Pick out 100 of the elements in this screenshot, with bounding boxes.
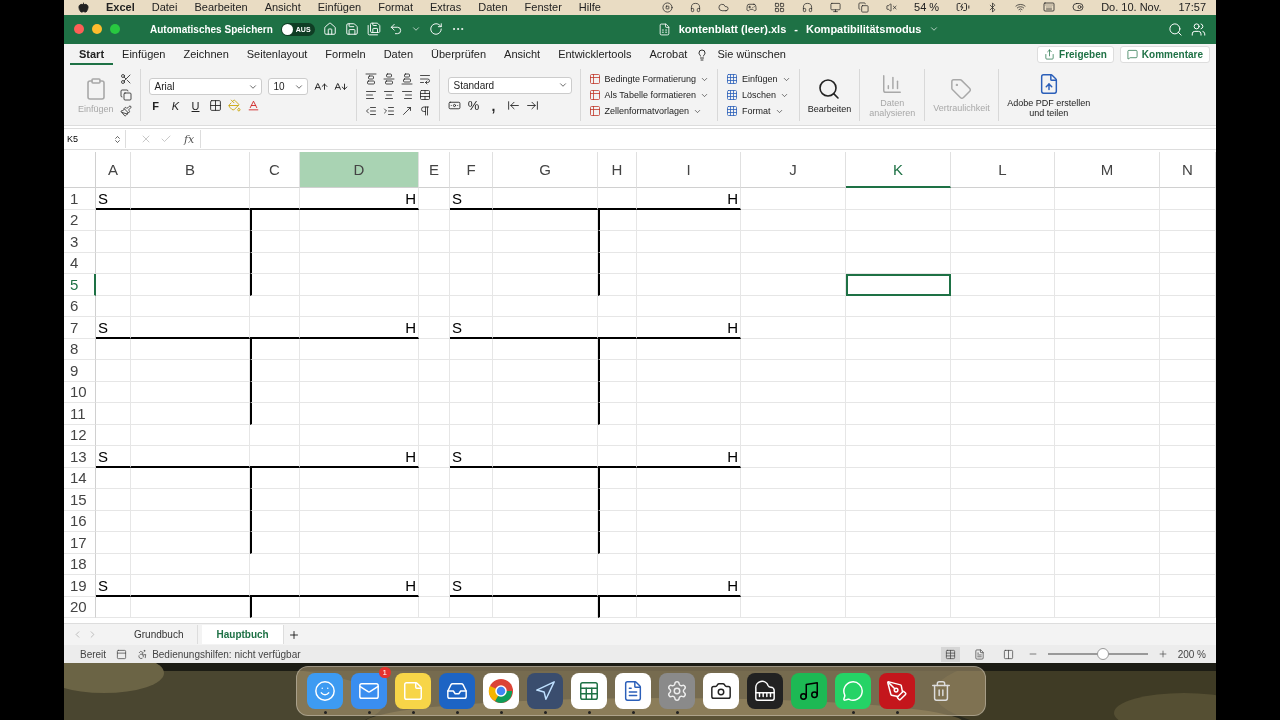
save-icon[interactable] [344,22,359,37]
scissors-icon[interactable] [119,73,132,86]
align-middle-icon[interactable] [382,73,395,86]
name-box[interactable]: K5 [64,130,126,149]
column-header[interactable]: B [131,152,250,189]
ribbon-tab[interactable]: Entwicklertools [549,44,641,65]
row-header[interactable]: 17 [64,532,96,554]
ribbon-tab[interactable]: Seitenlayout [237,44,317,65]
column-header[interactable]: G [493,152,598,189]
row-header[interactable]: 4 [64,252,96,275]
comments-button[interactable]: Kommentare [1119,46,1210,64]
ribbon-tab[interactable]: Ansicht [495,44,550,65]
add-sheet-icon[interactable] [287,628,300,641]
active-cell[interactable] [846,274,951,296]
zoom-slider-thumb[interactable] [1096,648,1109,661]
arrow-left-icon[interactable] [506,99,520,113]
earbuds-icon[interactable] [802,1,814,13]
wrap-text-icon[interactable] [418,73,431,86]
cells-menu-button[interactable]: Löschen [726,89,791,102]
align-right-icon[interactable] [400,89,413,102]
row-header[interactable]: 20 [64,596,96,619]
sheet-tab[interactable]: Grundbuch [120,625,199,644]
row-header[interactable]: 2 [64,209,96,232]
column-header[interactable]: M [1055,152,1160,189]
menu-item[interactable]: Bearbeiten [194,1,248,14]
sheet-tab[interactable]: Hauptbuch [202,625,284,644]
font-color-icon[interactable] [246,99,260,113]
tell-me-field[interactable]: Sie wünschen [708,44,795,65]
row-header[interactable]: 14 [64,467,96,490]
home-icon[interactable] [322,22,337,37]
menu-item[interactable]: Fenster [524,1,562,14]
row-header[interactable]: 13 [64,446,96,468]
stop-icon[interactable] [662,1,674,13]
menu-item[interactable]: Daten [478,1,508,14]
zoom-in-icon[interactable] [1157,649,1168,660]
indent-decrease-icon[interactable] [364,105,377,118]
row-header[interactable]: 16 [64,510,96,533]
column-header[interactable]: A [96,152,131,189]
headset-icon[interactable] [690,1,702,13]
gamepad-icon[interactable] [746,1,758,13]
cells-menu-button[interactable]: Einfügen [726,73,791,86]
edit-button[interactable]: Bearbeiten [807,76,852,114]
column-header[interactable]: F [450,152,493,189]
styles-menu-button[interactable]: Bedingte Formatierung [588,73,710,86]
app-menu[interactable]: Excel [106,1,135,14]
dock-item[interactable] [703,673,739,710]
copy-icon[interactable] [119,89,132,102]
align-left-icon[interactable] [364,89,377,102]
save-as-icon[interactable] [366,22,381,37]
menu-item[interactable]: Hilfe [578,1,601,14]
ribbon-tab[interactable]: Acrobat [640,44,697,65]
paintbrush-icon[interactable] [119,105,132,118]
search-icon[interactable] [1168,21,1183,37]
ribbon-tab[interactable]: Einfügen [113,44,175,65]
keyboard-icon[interactable] [1043,1,1056,14]
comma-button[interactable]: , [486,97,501,114]
apple-icon[interactable] [78,1,89,13]
monitor-icon[interactable] [830,1,842,13]
dock-item[interactable] [747,673,783,710]
diagonal-arrow-icon[interactable] [400,105,413,118]
row-header[interactable]: 10 [64,381,96,404]
mute-icon[interactable] [886,1,898,13]
row-header[interactable]: 5 [64,274,96,296]
styles-menu-button[interactable]: Als Tabelle formatieren [588,89,710,102]
merge-cells-icon[interactable] [418,89,431,102]
windows-icon[interactable] [858,1,870,13]
adobe-pdf-button[interactable]: Adobe PDF erstellen und teilen [1006,72,1091,118]
column-header[interactable]: J [741,152,846,189]
ribbon-tab[interactable]: Daten [374,44,422,65]
redo-icon[interactable] [428,22,443,37]
people-icon[interactable] [1191,21,1206,37]
column-header[interactable]: I [637,152,741,189]
grid-view-button[interactable] [940,646,960,662]
row-header[interactable]: 6 [64,295,96,318]
wifi-icon[interactable] [1015,1,1027,13]
ribbon-tab[interactable]: Überprüfen [422,44,496,65]
dock-item[interactable] [615,673,651,710]
font-select[interactable]: Arial [148,78,262,96]
arrow-right-icon[interactable] [525,99,539,113]
column-header[interactable]: L [951,152,1055,189]
bold-button[interactable]: F [148,99,163,112]
row-header[interactable]: 7 [64,317,96,339]
row-header[interactable]: 19 [64,575,96,597]
minimize-button[interactable] [92,24,102,35]
row-header[interactable]: 11 [64,403,96,425]
grid-icon[interactable] [774,1,786,13]
styles-menu-button[interactable]: Zellenformatvorlagen [588,105,710,118]
row-header[interactable]: 15 [64,489,96,511]
function-button[interactable]: fx [184,132,195,146]
dock-item[interactable] [879,673,915,710]
align-bottom-icon[interactable] [400,73,413,86]
column-header[interactable]: C [250,152,300,189]
ribbon-tab[interactable]: Zeichnen [174,44,238,65]
undo-icon[interactable] [388,22,403,37]
zoom-button[interactable] [110,24,120,35]
cells-menu-button[interactable]: Format [726,105,791,118]
align-center-icon[interactable] [382,89,395,102]
underline-button[interactable]: U [188,99,203,112]
row-header[interactable]: 9 [64,360,96,382]
percent-button[interactable]: % [466,98,481,114]
